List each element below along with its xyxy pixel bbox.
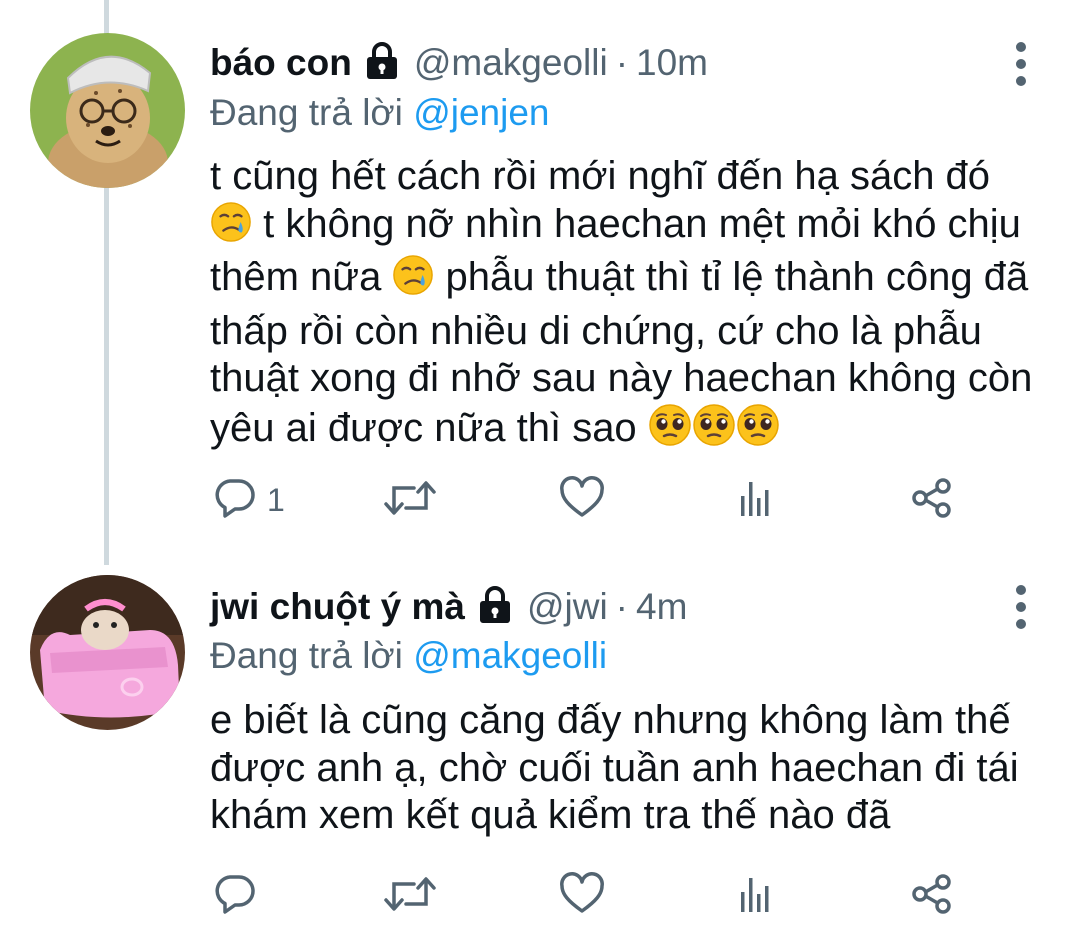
share-icon: [908, 872, 956, 921]
username-handle[interactable]: @jwi: [527, 586, 608, 628]
like-icon: [558, 476, 606, 525]
retweet-icon: [382, 872, 438, 921]
display-name[interactable]: báo con: [210, 42, 352, 84]
views-button[interactable]: [735, 478, 775, 522]
tweet-header: báo con @makgeolli · 10m: [210, 40, 708, 86]
like-button[interactable]: [558, 478, 606, 522]
tweet[interactable]: báo con @makgeolli · 10m Đang trả lời @j…: [0, 0, 1080, 560]
display-name[interactable]: jwi chuột ý mà: [210, 586, 465, 628]
share-button[interactable]: [908, 478, 956, 522]
tweet[interactable]: jwi chuột ý mà @jwi · 4m Đang trả lời @m…: [0, 560, 1080, 937]
separator: ·: [615, 42, 629, 83]
share-icon: [908, 476, 956, 525]
sad-tear-emoji: [392, 254, 434, 308]
reply-icon: [213, 872, 257, 921]
like-icon: [558, 872, 606, 921]
reply-context: Đang trả lời @makgeolli: [210, 635, 607, 677]
pleading-face-emoji: [648, 403, 692, 459]
tweet-text: t cũng hết cách rồi mới nghĩ đến hạ sách…: [210, 153, 1040, 458]
reply-button[interactable]: 1: [213, 478, 285, 522]
avatar[interactable]: [30, 33, 185, 188]
views-button[interactable]: [735, 874, 775, 918]
separator: ·: [615, 586, 628, 627]
lock-icon: [475, 585, 515, 630]
reply-button[interactable]: [213, 874, 257, 918]
more-icon[interactable]: [1016, 585, 1028, 629]
tweet-header: jwi chuột ý mà @jwi · 4m: [210, 584, 687, 630]
pleading-face-emoji: [692, 403, 736, 459]
timestamp[interactable]: 10m: [636, 42, 708, 84]
reply-count: 1: [267, 481, 285, 518]
avatar[interactable]: [30, 575, 185, 730]
retweet-icon: [382, 476, 438, 525]
like-button[interactable]: [558, 874, 606, 918]
retweet-button[interactable]: [382, 478, 438, 522]
reply-mention[interactable]: @jenjen: [413, 92, 549, 133]
views-icon: [735, 476, 775, 525]
share-button[interactable]: [908, 874, 956, 918]
reply-mention[interactable]: @makgeolli: [413, 635, 607, 676]
pleading-face-emoji: [736, 403, 780, 459]
reply-prefix: Đang trả lời: [210, 635, 403, 676]
reply-context: Đang trả lời @jenjen: [210, 92, 550, 134]
timestamp[interactable]: 4m: [636, 586, 687, 628]
reply-prefix: Đang trả lời: [210, 92, 403, 133]
more-icon[interactable]: [1016, 42, 1028, 86]
action-bar: 1: [210, 478, 970, 522]
views-icon: [735, 872, 775, 921]
username-handle[interactable]: @makgeolli: [414, 42, 608, 84]
reply-icon: [213, 476, 257, 525]
tweet-text-part: t cũng hết cách rồi mới nghĩ đến hạ sách…: [210, 154, 991, 198]
action-bar: [210, 874, 970, 918]
lock-icon: [362, 41, 402, 86]
retweet-button[interactable]: [382, 874, 438, 918]
tweet-text: e biết là cũng căng đấy nhưng không làm …: [210, 697, 1040, 840]
sad-tear-emoji: [210, 201, 252, 255]
tweet-text-part: e biết là cũng căng đấy nhưng không làm …: [210, 698, 1019, 837]
